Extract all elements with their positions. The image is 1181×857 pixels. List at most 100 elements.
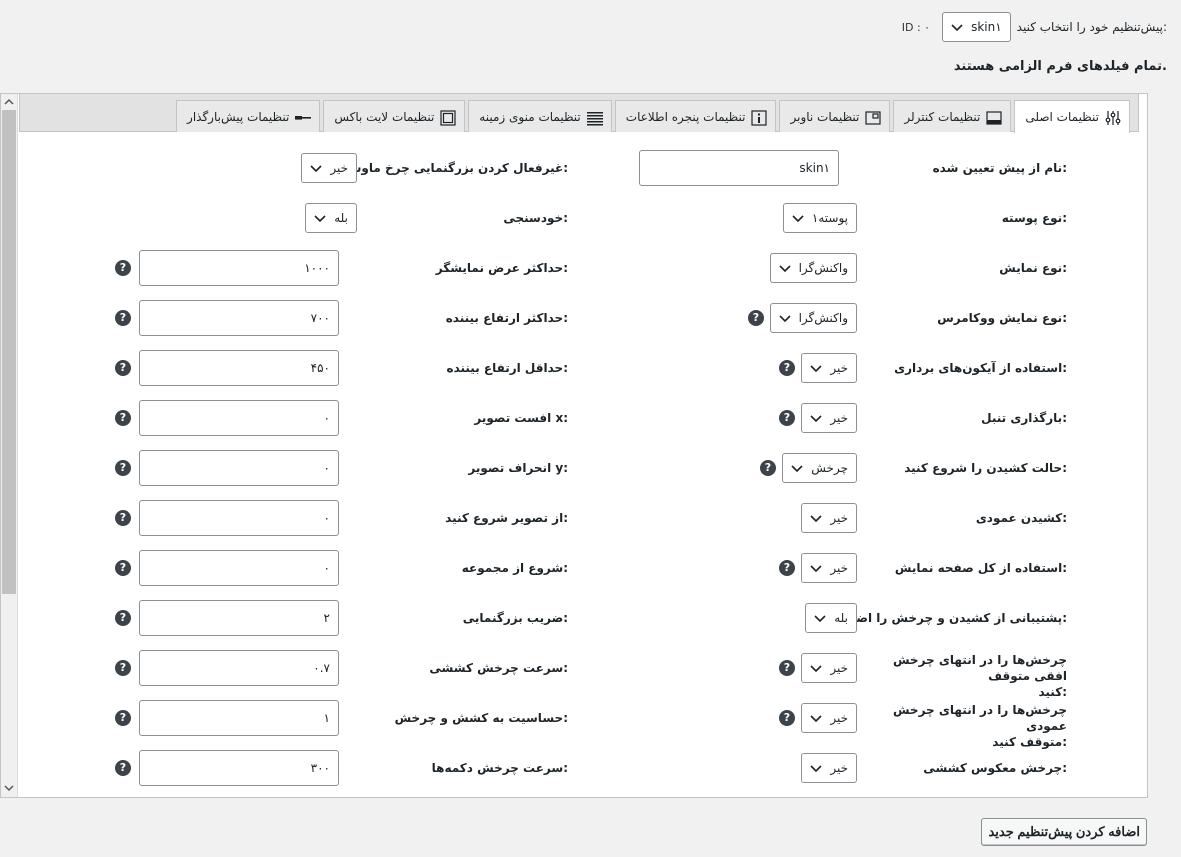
preset-bar: پیش‌تنظیم خود را انتخاب کنید: skin۱ ID :… bbox=[902, 12, 1167, 42]
tab-1[interactable]: تنظیمات اصلی bbox=[1014, 100, 1130, 133]
field-label: حداقل ارتفاع بیننده: bbox=[446, 361, 568, 375]
help-icon[interactable]: ? bbox=[779, 710, 795, 726]
field-label-line: متوقف کنید: bbox=[992, 735, 1067, 749]
field-label: حساسیت به کشش و چرخش: bbox=[394, 711, 568, 725]
preset-select[interactable]: skin۱ bbox=[942, 12, 1011, 42]
select-value: خیر bbox=[830, 661, 848, 675]
input-value: ۴۵۰ bbox=[310, 361, 330, 375]
help-icon[interactable]: ? bbox=[115, 410, 131, 426]
select-dropdown[interactable]: خیر bbox=[801, 703, 857, 733]
tab-3[interactable]: تنظیمات ناوبر bbox=[779, 100, 891, 132]
select-value: بله bbox=[834, 611, 848, 625]
help-icon[interactable]: ? bbox=[779, 410, 795, 426]
field-label-line: چرخش‌ها را در انتهای چرخش افقی متوقف bbox=[892, 653, 1067, 683]
add-preset-button[interactable]: اضافه کردن پیش‌تنظیم جدید bbox=[981, 818, 1147, 846]
chevron-down-icon bbox=[310, 154, 322, 182]
select-dropdown[interactable]: بله bbox=[805, 603, 857, 633]
select-dropdown[interactable]: خیر bbox=[301, 153, 357, 183]
help-icon[interactable]: ? bbox=[115, 660, 131, 676]
text-input[interactable]: ۲ bbox=[139, 600, 339, 636]
select-dropdown[interactable]: پوسته۱ bbox=[782, 203, 857, 233]
input-value: ۰.۷ bbox=[313, 661, 330, 675]
text-input[interactable]: ۰ bbox=[139, 500, 339, 536]
tab-label: تنظیمات منوی زمینه bbox=[479, 109, 581, 124]
select-dropdown[interactable]: خیر bbox=[801, 353, 857, 383]
help-icon[interactable]: ? bbox=[748, 310, 764, 326]
select-value: واکنش‌گرا bbox=[798, 261, 848, 275]
help-icon[interactable]: ? bbox=[115, 510, 131, 526]
select-dropdown[interactable]: خیر bbox=[801, 403, 857, 433]
select-dropdown[interactable]: واکنش‌گرا bbox=[769, 303, 857, 333]
scroll-down-icon[interactable] bbox=[3, 782, 15, 794]
tab-label: تنظیمات پنجره اطلاعات bbox=[625, 109, 746, 124]
vertical-scrollbar[interactable] bbox=[1, 94, 18, 797]
scrollbar-thumb[interactable] bbox=[2, 110, 16, 594]
required-note: تمام فیلدهای فرم الزامی هستند. bbox=[953, 59, 1167, 74]
help-icon[interactable]: ? bbox=[115, 460, 131, 476]
chevron-down-icon bbox=[810, 504, 822, 532]
help-icon[interactable]: ? bbox=[760, 460, 776, 476]
select-dropdown[interactable]: خیر bbox=[801, 503, 857, 533]
tab-6[interactable]: تنظیمات لایت باکس bbox=[323, 100, 466, 132]
text-input[interactable]: ۰ bbox=[139, 400, 339, 436]
select-value: خیر bbox=[830, 761, 848, 775]
field-label-line: کنید: bbox=[1038, 685, 1067, 699]
chevron-down-icon bbox=[810, 704, 822, 732]
select-value: پوسته۱ bbox=[811, 211, 848, 225]
help-icon[interactable]: ? bbox=[115, 560, 131, 576]
select-dropdown[interactable]: چرخش bbox=[782, 453, 857, 483]
select-dropdown[interactable]: واکنش‌گرا bbox=[769, 253, 857, 283]
field-label: چرخش‌ها را در انتهای چرخش عمودی متوقف کنی… bbox=[877, 702, 1067, 750]
help-icon[interactable]: ? bbox=[779, 660, 795, 676]
help-icon[interactable]: ? bbox=[115, 360, 131, 376]
help-icon[interactable]: ? bbox=[779, 360, 795, 376]
help-icon[interactable]: ? bbox=[779, 560, 795, 576]
text-input[interactable]: ۱ bbox=[139, 700, 339, 736]
field-label: استفاده از کل صفحه نمایش: bbox=[894, 561, 1067, 575]
preloader-icon bbox=[295, 110, 312, 124]
help-icon[interactable]: ? bbox=[115, 710, 131, 726]
help-icon[interactable]: ? bbox=[115, 260, 131, 276]
field-label: سرعت چرخش دکمه‌ها: bbox=[431, 761, 568, 775]
select-dropdown[interactable]: خیر bbox=[801, 553, 857, 583]
field-label: از تصویر شروع کنید: bbox=[445, 511, 568, 525]
select-dropdown[interactable]: بله bbox=[305, 203, 357, 233]
info-icon bbox=[751, 109, 768, 126]
text-input[interactable]: skin۱ bbox=[639, 150, 839, 186]
select-dropdown[interactable]: خیر bbox=[801, 653, 857, 683]
chevron-down-icon bbox=[810, 654, 822, 682]
tab-4[interactable]: تنظیمات پنجره اطلاعات bbox=[614, 100, 777, 132]
select-value: خیر bbox=[830, 561, 848, 575]
tab-7[interactable]: تنظیمات پیش‌بارگذار bbox=[176, 100, 321, 132]
text-input[interactable]: ۰ bbox=[139, 550, 339, 586]
field-label: استفاده از آیکون‌های برداری: bbox=[894, 361, 1067, 375]
text-input[interactable]: ۴۵۰ bbox=[139, 350, 339, 386]
tab-5[interactable]: تنظیمات منوی زمینه bbox=[468, 100, 612, 132]
text-input[interactable]: ۰.۷ bbox=[139, 650, 339, 686]
tab-2[interactable]: تنظیمات کنترلر bbox=[893, 100, 1012, 132]
field-label: افست تصویر x: bbox=[474, 411, 568, 425]
field-label: حالت کشیدن را شروع کنید: bbox=[904, 461, 1067, 475]
scroll-up-icon[interactable] bbox=[3, 96, 15, 108]
select-dropdown[interactable]: خیر bbox=[801, 753, 857, 783]
preset-id: ID : ۰ bbox=[901, 20, 931, 34]
chevron-down-icon bbox=[951, 13, 963, 41]
controller-icon bbox=[986, 110, 1002, 125]
menu-lines-icon bbox=[586, 110, 603, 125]
help-icon[interactable]: ? bbox=[115, 760, 131, 776]
field-label: ضریب بزرگنمایی: bbox=[462, 611, 568, 625]
text-input[interactable]: ۰ bbox=[139, 450, 339, 486]
select-value: خیر bbox=[830, 711, 848, 725]
field-label: غیرفعال کردن بزرگنمایی چرخ ماوس: bbox=[344, 161, 568, 175]
chevron-down-icon bbox=[791, 454, 803, 482]
tab-label: تنظیمات پیش‌بارگذار bbox=[187, 109, 290, 124]
input-value: ۰ bbox=[323, 561, 330, 575]
help-icon[interactable]: ? bbox=[115, 610, 131, 626]
input-value: ۲ bbox=[323, 611, 330, 625]
text-input[interactable]: ۳۰۰ bbox=[139, 750, 339, 786]
text-input[interactable]: ۷۰۰ bbox=[139, 300, 339, 336]
help-icon[interactable]: ? bbox=[115, 310, 131, 326]
text-input[interactable]: ۱۰۰۰ bbox=[139, 250, 339, 286]
tab-list: تنظیمات اصلی تنظیمات کنترلر تنظیمات ناوبر ت… bbox=[176, 100, 1130, 133]
chevron-down-icon bbox=[814, 604, 826, 632]
